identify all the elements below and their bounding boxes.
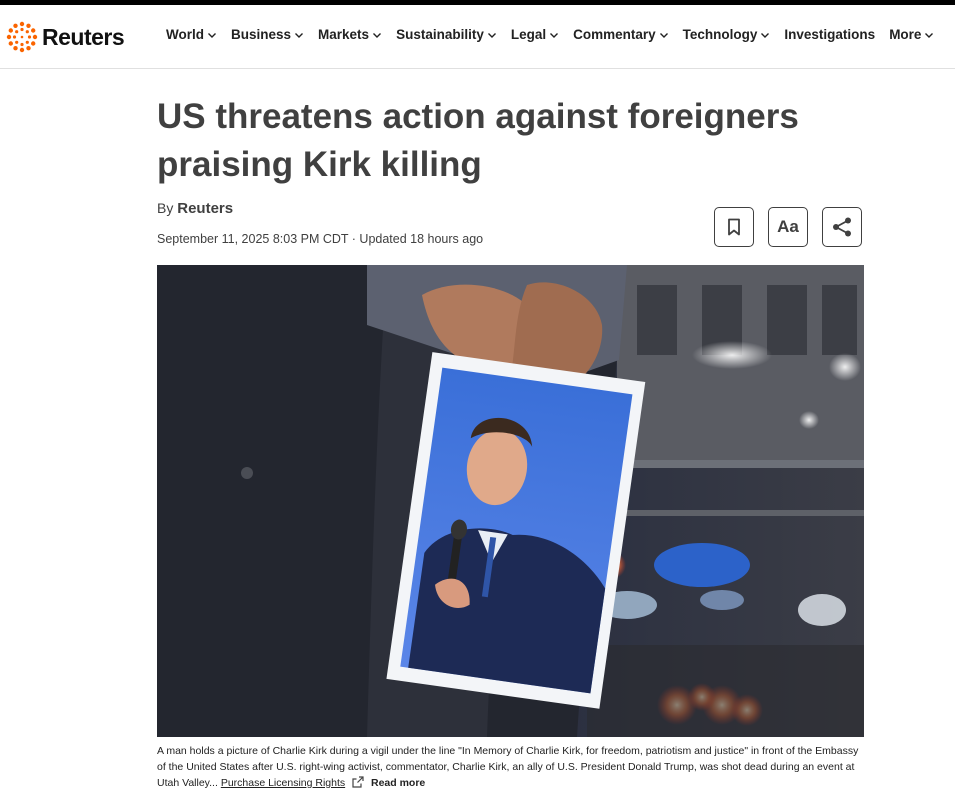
nav-item-label: More: [889, 27, 922, 42]
nav-item-world[interactable]: World: [166, 27, 217, 42]
purchase-licensing-link[interactable]: Purchase Licensing Rights: [221, 777, 345, 789]
nav-item-legal[interactable]: Legal: [511, 27, 559, 42]
chevron-down-icon: [659, 32, 668, 38]
nav-item-label: Investigations: [784, 27, 876, 42]
photo-caption: A man holds a picture of Charlie Kirk du…: [157, 743, 867, 791]
publish-date: September 11, 2025 8:03 PM CDT · Updated…: [157, 232, 484, 246]
logo-wordmark: Reuters: [42, 23, 125, 50]
text-size-label: Aa: [777, 217, 799, 236]
chevron-down-icon: [208, 32, 216, 38]
bookmark-icon: [728, 218, 740, 236]
nav-item-technology[interactable]: Technology: [683, 27, 771, 42]
external-link-icon: [352, 776, 364, 788]
hero-photo[interactable]: [157, 265, 864, 737]
chevron-down-icon: [295, 32, 304, 38]
nav-item-business[interactable]: Business: [231, 27, 304, 42]
chevron-down-icon: [550, 32, 559, 38]
share-button[interactable]: [822, 207, 862, 247]
main-nav: World Business Markets Sustainability Le…: [166, 27, 948, 42]
nav-item-label: Commentary: [573, 27, 656, 42]
read-more-button[interactable]: Read more: [371, 777, 425, 789]
byline-prefix: By: [157, 200, 174, 216]
chevron-down-icon: [373, 32, 382, 38]
reuters-logo[interactable]: Reuters: [6, 21, 125, 53]
nav-item-label: Sustainability: [396, 27, 484, 42]
nav-item-label: World: [166, 27, 204, 42]
nav-item-investigations[interactable]: Investigations: [784, 27, 875, 42]
site-header: Reuters World Business Markets Sustainab…: [0, 5, 955, 69]
vigil-photo-image: [157, 265, 864, 737]
nav-item-markets[interactable]: Markets: [318, 27, 382, 42]
nav-item-label: Technology: [682, 27, 758, 42]
nav-item-label: Legal: [510, 27, 547, 42]
chevron-down-icon: [487, 32, 496, 38]
share-icon: [833, 217, 851, 237]
chevron-down-icon: [761, 32, 770, 38]
text-size-button[interactable]: Aa: [768, 207, 808, 247]
article-headline: US threatens action against foreigners p…: [157, 97, 799, 184]
reuters-logo-icon: [6, 21, 38, 53]
byline: By Reuters: [157, 200, 233, 217]
chevron-down-icon: [925, 32, 934, 38]
nav-item-label: Business: [231, 27, 292, 42]
nav-item-sustainability[interactable]: Sustainability: [396, 27, 497, 42]
author-link[interactable]: Reuters: [177, 200, 233, 217]
nav-item-more[interactable]: More: [889, 27, 934, 42]
nav-item-label: Markets: [318, 27, 370, 42]
bookmark-button[interactable]: [714, 207, 754, 247]
nav-item-commentary[interactable]: Commentary: [573, 27, 669, 42]
